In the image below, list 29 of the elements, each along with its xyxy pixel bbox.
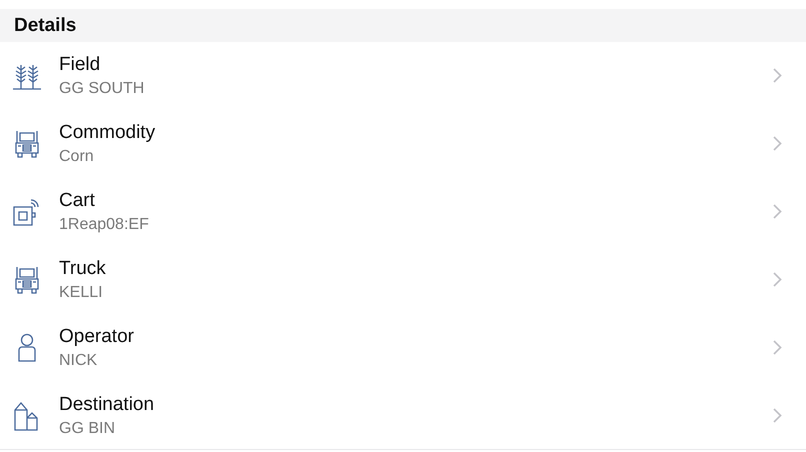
list-item[interactable]: Field GG SOUTH	[0, 42, 806, 110]
item-value: GG SOUTH	[59, 80, 146, 98]
item-value: Corn	[59, 148, 95, 166]
item-label: Truck	[59, 258, 107, 280]
chevron-icon	[773, 408, 782, 423]
cart-reader-icon	[12, 198, 42, 226]
chevron-icon	[773, 272, 782, 287]
item-label: Operator	[59, 326, 135, 348]
list-item[interactable]: Commodity Corn	[0, 110, 806, 178]
section-title: Details	[14, 14, 76, 36]
item-value: 1Reap08:EF	[59, 216, 150, 234]
item-value: GG BIN	[59, 420, 116, 438]
chevron-icon	[773, 204, 782, 219]
chevron-icon	[773, 340, 782, 355]
item-label: Cart	[59, 190, 96, 212]
item-label: Destination	[59, 394, 156, 416]
silo-icon	[12, 400, 40, 430]
item-value: KELLI	[59, 284, 104, 302]
chevron-icon	[773, 68, 782, 83]
item-value: NICK	[59, 352, 98, 370]
list-item[interactable]: Cart 1Reap08:EF	[0, 178, 806, 246]
truck-icon	[14, 264, 40, 294]
chevron-icon	[773, 136, 782, 151]
item-label: Commodity	[59, 122, 156, 144]
list-item[interactable]: Truck KELLI	[0, 246, 806, 314]
person-icon	[16, 332, 36, 362]
list-item[interactable]: Operator NICK	[0, 314, 806, 382]
item-label: Field	[59, 54, 102, 76]
truck-icon	[14, 128, 40, 158]
